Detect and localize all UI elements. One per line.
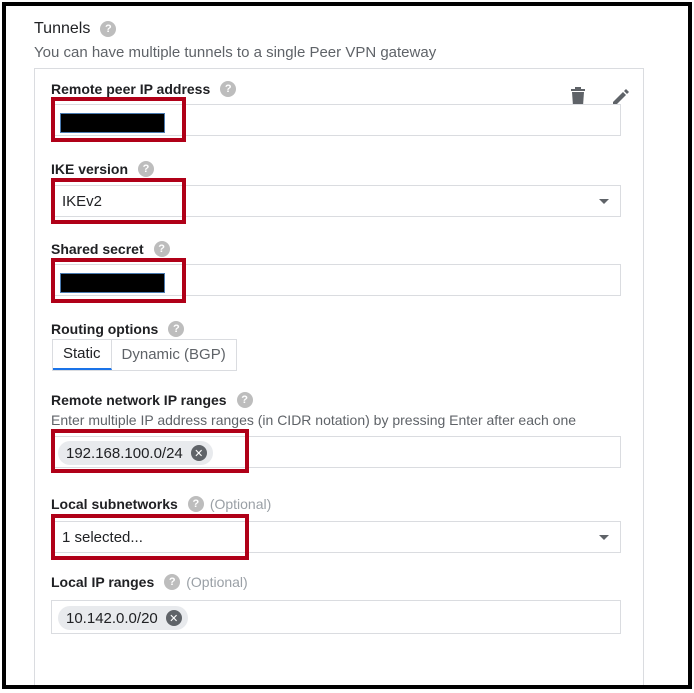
remote-network-hint: Enter multiple IP address ranges (in CID… <box>51 412 577 428</box>
help-icon[interactable]: ? <box>138 161 155 177</box>
ike-version-label: IKE version ? <box>51 161 155 177</box>
local-subnetworks-select[interactable]: 1 selected... <box>51 521 621 553</box>
tunnels-title: Tunnels <box>34 20 91 37</box>
optional-tag: (Optional) <box>209 496 272 512</box>
redacted-value <box>60 273 165 293</box>
ike-version-select[interactable]: IKEv2 <box>51 185 621 217</box>
routing-options-label: Routing options ? <box>51 321 185 337</box>
optional-tag: (Optional) <box>186 574 248 590</box>
local-subnetworks-value: 1 selected... <box>62 529 143 546</box>
local-subnetworks-label: Local subnetworks ? (Optional) <box>51 496 272 512</box>
chevron-down-icon <box>599 199 609 204</box>
redacted-value <box>60 113 165 133</box>
ip-range-chip: 192.168.100.0/24 ✕ <box>58 441 213 465</box>
routing-dynamic-option[interactable]: Dynamic (BGP) <box>112 340 236 370</box>
remote-network-input[interactable]: 192.168.100.0/24 ✕ <box>51 436 621 468</box>
remote-peer-ip-field[interactable] <box>51 104 621 136</box>
help-icon[interactable]: ? <box>168 321 185 337</box>
routing-static-option[interactable]: Static <box>53 340 112 370</box>
section-title: Tunnels ? <box>34 20 117 38</box>
routing-options-toggle: Static Dynamic (BGP) <box>52 339 237 371</box>
remove-chip-icon[interactable]: ✕ <box>165 610 182 626</box>
remote-network-label: Remote network IP ranges ? <box>51 392 253 408</box>
help-icon[interactable]: ? <box>187 496 204 512</box>
local-ip-ranges-input[interactable]: 10.142.0.0/20 ✕ <box>51 600 621 634</box>
section-subtitle: You can have multiple tunnels to a singl… <box>34 44 437 61</box>
remove-chip-icon[interactable]: ✕ <box>190 445 207 461</box>
shared-secret-label: Shared secret ? <box>51 241 170 257</box>
local-ip-ranges-label: Local IP ranges ? (Optional) <box>51 574 248 590</box>
help-icon[interactable]: ? <box>236 392 253 408</box>
shared-secret-field[interactable] <box>51 264 621 296</box>
help-icon[interactable]: ? <box>100 21 117 37</box>
screenshot-frame: Tunnels ? You can have multiple tunnels … <box>2 2 692 689</box>
ike-version-value: IKEv2 <box>62 193 103 210</box>
chip-label: 192.168.100.0/24 <box>66 444 183 462</box>
ip-range-chip: 10.142.0.0/20 ✕ <box>58 606 188 630</box>
remote-peer-ip-label: Remote peer IP address ? <box>51 81 237 97</box>
chip-label: 10.142.0.0/20 <box>66 609 158 627</box>
help-icon[interactable]: ? <box>164 574 181 590</box>
help-icon[interactable]: ? <box>220 81 237 97</box>
chevron-down-icon <box>599 535 609 540</box>
help-icon[interactable]: ? <box>153 241 170 257</box>
